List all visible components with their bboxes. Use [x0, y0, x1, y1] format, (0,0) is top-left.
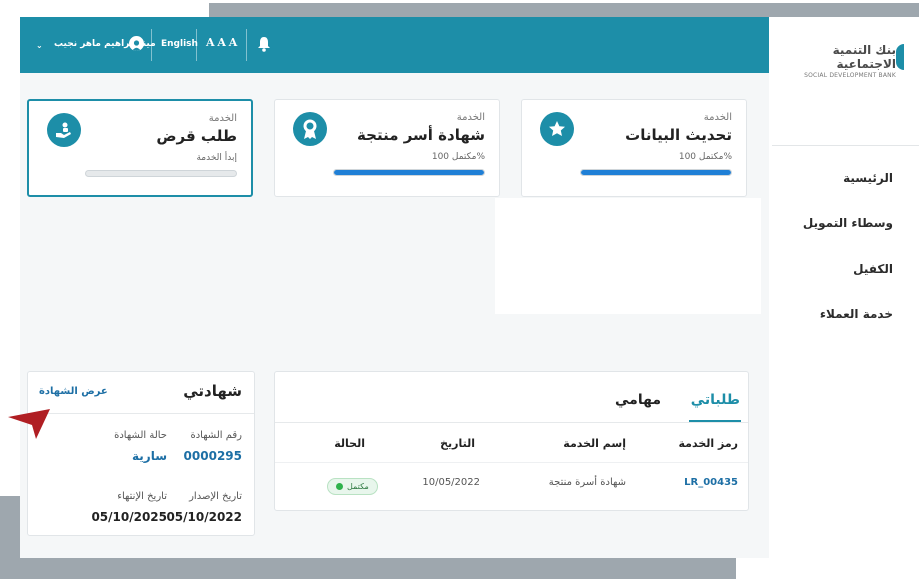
frame-bar-bottom: [20, 558, 736, 579]
card-kicker: الخدمة: [208, 113, 237, 124]
card-title: تحديث البيانات: [625, 126, 732, 144]
request-code-link[interactable]: LR_00435: [684, 477, 738, 488]
user-avatar-icon[interactable]: [129, 36, 144, 51]
blank-panel: [495, 198, 761, 314]
card-status: إبدأ الخدمة: [196, 153, 237, 163]
divider: [28, 413, 254, 414]
end-date-value: 05/10/2025: [91, 510, 167, 524]
nav-item-finance-brokers[interactable]: وسطاء التمويل: [803, 216, 893, 230]
service-card-certificate[interactable]: الخدمة شهادة أسر منتجة مكتمل 100%: [274, 99, 500, 197]
status-badge: مكتمل: [327, 478, 378, 495]
divider: [275, 422, 748, 423]
screenshot-stage: بنك التنمية الاجتماعية SOCIAL DEVELOPMEN…: [0, 0, 919, 579]
progress-bar: [85, 170, 237, 177]
request-date: 10/05/2022: [422, 477, 480, 488]
issue-date-value: 05/10/2022: [166, 510, 242, 524]
font-size-control[interactable]: A A A: [206, 35, 237, 51]
nav-item-customer-service[interactable]: خدمة العملاء: [820, 307, 893, 321]
progress-bar: [580, 169, 732, 176]
card-status: مكتمل 100%: [678, 152, 732, 162]
requests-panel: طلباتي مهامي رمز الخدمة إسم الخدمة التار…: [274, 371, 749, 511]
my-certificates-panel: شهادتي عرض الشهادة رقم الشهادة 0000295 ح…: [27, 371, 255, 536]
progress-bar: [333, 169, 485, 176]
nav-divider: [772, 145, 919, 146]
panel-title: شهادتي: [183, 382, 242, 400]
request-service-name: شهادة أسرة منتجة: [548, 477, 626, 488]
card-kicker: الخدمة: [703, 112, 732, 123]
status-dot-icon: [336, 483, 343, 490]
side-navigation: [769, 17, 919, 579]
service-card-update-data[interactable]: الخدمة تحديث البيانات مكتمل 100%: [521, 99, 747, 197]
column-header-status: الحالة: [334, 437, 365, 450]
topbar-separator: [151, 29, 152, 61]
frame-bar-top: [209, 3, 919, 17]
column-header-code: رمز الخدمة: [678, 437, 738, 450]
service-card-loan[interactable]: الخدمة طلب قرض إبدأ الخدمة: [27, 99, 253, 197]
brand-name-english: SOCIAL DEVELOPMENT BANK: [804, 72, 896, 79]
brand-mark-icon: [896, 44, 904, 70]
status-text: مكتمل: [347, 482, 369, 491]
cert-number-value: 0000295: [183, 449, 242, 463]
frame-bar-left: [0, 496, 20, 579]
tab-my-requests[interactable]: طلباتي: [691, 392, 740, 408]
column-header-service: إسم الخدمة: [563, 437, 626, 450]
tab-my-tasks[interactable]: مهامي: [615, 392, 661, 408]
brand-logo[interactable]: بنك التنمية الاجتماعية SOCIAL DEVELOPMEN…: [786, 43, 896, 80]
divider: [275, 462, 748, 463]
card-status: مكتمل 100%: [431, 152, 485, 162]
topbar-separator: [196, 29, 197, 61]
nav-item-home[interactable]: الرئيسية: [843, 171, 893, 185]
view-certificate-link[interactable]: عرض الشهادة: [39, 386, 108, 397]
card-kicker: الخدمة: [456, 112, 485, 123]
language-switch[interactable]: English: [161, 36, 198, 52]
star-icon: [540, 112, 574, 146]
chevron-down-icon[interactable]: ⌄: [36, 38, 43, 54]
cert-number-label: رقم الشهادة: [190, 430, 242, 441]
top-bar: ⌄ مينا إبراهيم ماهر نجيب English A A A: [20, 17, 769, 73]
pointer-arrow-icon: [8, 409, 50, 439]
progress-fill: [334, 170, 484, 175]
cert-status-label: حالة الشهادة: [114, 430, 167, 441]
nav-item-guarantor[interactable]: الكفيل: [853, 262, 893, 276]
brand-name-arabic: بنك التنمية الاجتماعية: [832, 43, 896, 71]
column-header-date: التاريخ: [440, 437, 475, 450]
bell-icon[interactable]: [257, 36, 271, 56]
cert-status-value: سارية: [132, 449, 167, 463]
issue-date-label: تاريخ الإصدار: [189, 491, 242, 502]
progress-fill: [581, 170, 731, 175]
award-icon: [293, 112, 327, 146]
loan-hand-icon: [47, 113, 81, 147]
card-title: طلب قرض: [156, 127, 237, 145]
end-date-label: تاريخ الإنتهاء: [117, 491, 167, 502]
topbar-separator: [246, 29, 247, 61]
card-title: شهادة أسر منتجة: [357, 126, 485, 144]
